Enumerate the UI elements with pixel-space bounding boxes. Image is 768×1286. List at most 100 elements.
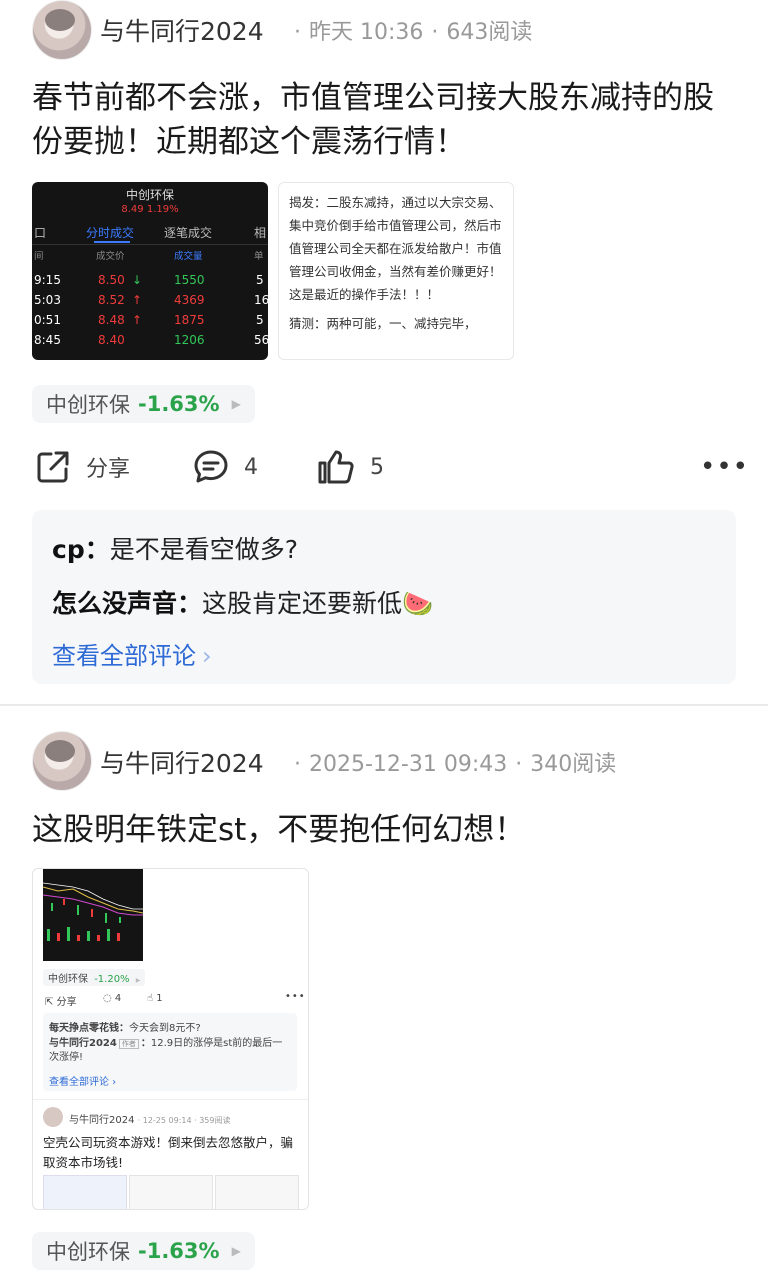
comment-item[interactable]: cp：是不是看空做多? xyxy=(52,530,298,566)
kline-drawing xyxy=(42,882,144,941)
stock-tag-name: 中创环保 xyxy=(46,1240,130,1264)
author-badge: 作者 xyxy=(118,1039,139,1049)
mini-meta: · 12-25 09:14 · 359阅读 xyxy=(137,1116,231,1125)
tick-volume: 1206 xyxy=(174,333,205,347)
post-image-note[interactable]: 揭发：二股东减持，通过以大宗交易、集中竞价倒手给市值管理公司，然后市值管理公司全… xyxy=(278,182,514,360)
mini-view-all-label: 查看全部评论 xyxy=(49,1077,109,1088)
tick-price: 8.40 xyxy=(98,333,125,347)
more-options-icon[interactable]: ••• xyxy=(700,452,749,482)
tick-tail: 5 xyxy=(256,313,264,327)
share-button[interactable]: 分享 xyxy=(34,448,130,486)
triangle-right-icon: ▶ xyxy=(231,397,241,411)
author-name[interactable]: 与牛同行2024 xyxy=(100,744,264,780)
tick-volume: 1550 xyxy=(174,273,205,287)
mini-comments-box: 每天挣点零花钱：今天会到8元不? 与牛同行2024 作者 ：12.9日的涨停是st前… xyxy=(43,1013,297,1091)
meta-separator: · xyxy=(431,20,439,45)
mini-time: 12-25 09:14 xyxy=(142,1116,192,1125)
post-content[interactable]: 这股明年铁定st，不要抱任何幻想！ xyxy=(32,808,744,852)
chevron-right-icon: › xyxy=(202,642,212,670)
post-content[interactable]: 春节前都不会涨，市值管理公司接大股东减持的股份要抛！近期都这个震荡行情！ xyxy=(32,76,744,164)
tick-price: 8.48 xyxy=(98,313,125,327)
read-count: 643阅读 xyxy=(446,20,533,45)
comment-item[interactable]: 怎么没声音：这股肯定还要新低🍉 xyxy=(52,584,433,620)
mini-comment-user: 每天挣点零花钱 xyxy=(49,1023,119,1034)
stock-tag-change: -1.63% xyxy=(138,1239,220,1263)
tick-time: 9:15 xyxy=(34,273,61,287)
tick-tail: 56 xyxy=(254,333,268,347)
stock-tag[interactable]: 中创环保 -1.63% ▶ xyxy=(32,385,255,423)
mini-comment-colon: ： xyxy=(140,1038,151,1049)
author-avatar[interactable] xyxy=(32,731,92,791)
tick-direction: ↓ xyxy=(132,273,143,287)
tick-row: 5:03 8.52 ↑ 4369 16 xyxy=(32,293,268,313)
share-label: 分享 xyxy=(86,457,131,482)
image-tab-minute: 分时成交 xyxy=(86,226,135,240)
post-image-stock-ticks[interactable]: 中创环保 8.49 1.19% 口 分时成交 逐笔成交 相 间 成交价 成交量 … xyxy=(32,182,268,360)
tick-tail: 16 xyxy=(254,293,268,307)
tick-price: 8.50 xyxy=(98,273,125,287)
mini-attachment-1 xyxy=(43,1175,127,1209)
meta-separator: · xyxy=(294,752,301,777)
mini-comments: ◌ 4 xyxy=(103,993,121,1004)
comment-user[interactable]: 怎么没声音 xyxy=(52,589,177,618)
tick-time: 8:45 xyxy=(34,333,61,347)
post-image-screenshot[interactable]: 中创环保 -1.20% ▶ ⇱ 分享 ◌ 4 ☝ 1 ••• 每天挣点零花钱：今… xyxy=(32,868,309,1210)
comment-text: 是不是看空做多? xyxy=(109,535,299,564)
tick-row: 8:45 8.40 1206 56 xyxy=(32,333,268,353)
comment-text: 这股肯定还要新低🍉 xyxy=(202,589,434,618)
image-tab-tick: 逐笔成交 xyxy=(164,226,213,240)
post-meta: · 昨天 10:36 · 643阅读 xyxy=(286,14,532,46)
post-meta: · 2025-12-31 09:43 · 340阅读 xyxy=(286,746,616,778)
mini-kline-chart xyxy=(42,869,144,961)
comment-icon xyxy=(194,450,228,483)
image-tab-bar: 口 分时成交 逐笔成交 相 xyxy=(32,220,268,245)
col-volume: 成交量 xyxy=(174,251,203,262)
mini-comment-colon: ： xyxy=(119,1023,129,1034)
tick-row: 9:15 8.50 ↓ 1550 5 xyxy=(32,273,268,293)
col-price: 成交价 xyxy=(96,251,125,262)
mini-share: ⇱ 分享 xyxy=(45,993,77,1008)
mini-comment-text: 今天会到8元不? xyxy=(129,1023,201,1034)
mini-content: 空壳公司玩资本游戏！倒来倒去忽悠散户，骗取资本市场钱! xyxy=(43,1135,294,1170)
mini-stock-tag: 中创环保 -1.20% ▶ xyxy=(43,969,146,986)
mini-like-count: 1 xyxy=(156,993,163,1004)
mini-like-icon: ☝ xyxy=(147,993,154,1004)
col-time: 间 xyxy=(34,251,44,262)
mini-author: 与牛同行2024 · 12-25 09:14 · 359阅读 xyxy=(69,1111,231,1126)
tab-underline xyxy=(94,241,130,243)
mini-comment-user: 与牛同行2024 xyxy=(49,1038,117,1049)
image-stock-name: 中创环保 xyxy=(125,188,174,202)
mini-more-icon: ••• xyxy=(285,991,306,1002)
mini-comment-item: 每天挣点零花钱：今天会到8元不? xyxy=(49,1019,293,1034)
tick-row: 0:51 8.48 ↑ 1875 5 xyxy=(32,313,268,333)
mini-attachment-2 xyxy=(129,1175,213,1209)
mini-author-name: 与牛同行2024 xyxy=(69,1115,135,1126)
tick-time: 0:51 xyxy=(34,313,61,327)
mini-comment-icon: ◌ xyxy=(103,993,112,1004)
like-button[interactable]: 5 xyxy=(316,448,384,486)
stock-tag[interactable]: 中创环保 -1.63% ▶ xyxy=(32,1232,255,1270)
mini-share-icon: ⇱ xyxy=(45,997,54,1008)
meta-separator: · xyxy=(515,752,523,777)
mini-avatar xyxy=(43,1107,63,1127)
stock-tag-name: 中创环保 xyxy=(46,393,130,417)
post-divider xyxy=(0,704,768,706)
author-name[interactable]: 与牛同行2024 xyxy=(100,12,264,48)
meta-separator: · xyxy=(294,20,301,45)
stock-tag-change: -1.63% xyxy=(138,392,220,416)
tick-direction: ↑ xyxy=(132,313,143,327)
view-all-label: 查看全部评论 xyxy=(52,642,196,670)
image-price-line: 8.49 1.19% xyxy=(121,204,179,215)
view-all-comments-link[interactable]: 查看全部评论 › xyxy=(52,636,212,671)
tick-volume: 1875 xyxy=(174,313,205,327)
mini-comment-count: 4 xyxy=(114,993,122,1004)
note-text-guess: 猜测：两种可能，一、减持完毕， xyxy=(289,316,477,331)
tick-time: 5:03 xyxy=(34,293,61,307)
image-tab-left: 口 xyxy=(34,226,47,240)
mini-share-label: 分享 xyxy=(56,997,77,1008)
comment-button[interactable]: 4 xyxy=(192,448,258,486)
col-unit: 单 xyxy=(254,251,264,262)
comment-user[interactable]: cp xyxy=(52,535,85,564)
author-avatar[interactable] xyxy=(32,0,92,60)
post-time: 昨天 10:36 xyxy=(309,20,424,45)
